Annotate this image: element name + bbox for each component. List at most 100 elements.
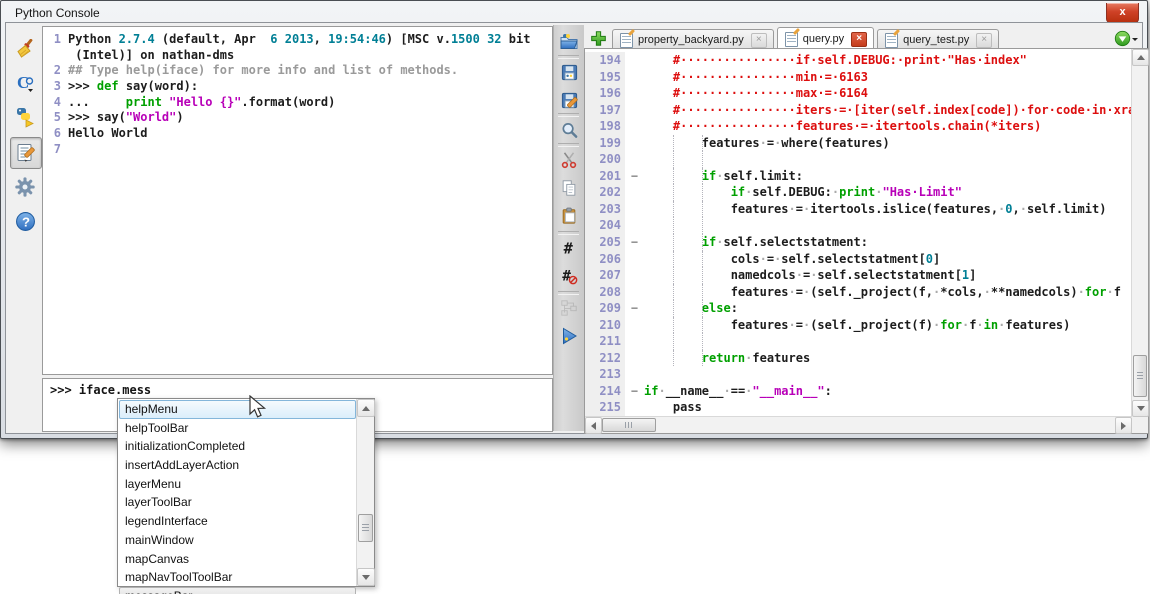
editor-line: 200 [585,151,1132,168]
scissors-icon [560,151,578,169]
autocomplete-item[interactable]: layerMenu [119,475,356,494]
autocomplete-item[interactable]: legendInterface [119,512,356,531]
run-command-button[interactable] [13,105,37,129]
fold-margin [625,251,644,268]
run-script-button[interactable] [558,325,580,347]
save-as-icon [560,91,579,110]
editor-line: 208 features·=·(self._project(f,·*cols,·… [585,284,1132,301]
script-icon [885,33,898,48]
fold-margin [625,217,644,234]
line-number: 198 [585,118,625,135]
options-button[interactable] [13,175,37,199]
editor-vscrollbar[interactable] [1131,49,1148,417]
vscroll-thumb[interactable] [358,514,373,542]
autocomplete-item[interactable]: helpToolBar [119,419,356,438]
scroll-left-button[interactable] [585,417,602,434]
editor-line: 204 [585,217,1132,234]
autocomplete-item[interactable]: messageBar [119,587,356,594]
uncomment-button[interactable]: # [558,265,580,287]
autocomplete-scrollbar[interactable] [356,399,374,586]
fold-margin [625,151,644,168]
editor-line: 201− if·self.limit: [585,168,1132,185]
cut-button[interactable] [558,149,580,171]
vscroll-thumb[interactable] [1133,355,1147,397]
autocomplete-item[interactable]: mainWindow [119,531,356,550]
line-number: 194 [585,52,625,69]
fold-marker[interactable]: − [625,234,644,251]
copy-button[interactable] [558,177,580,199]
paste-icon [560,207,578,225]
autocomplete-item[interactable]: mapCanvas [119,550,356,569]
fold-margin [625,85,644,102]
console-line: 3>>> def say(word): [49,79,550,95]
scroll-up-button[interactable] [357,399,375,417]
tab-query.py[interactable]: query.py × [777,27,874,50]
line-number: 200 [585,151,625,168]
autocomplete-item[interactable]: initializationCompleted [119,437,356,456]
fold-margin [625,399,644,416]
new-tab-button[interactable] [590,30,607,47]
code-editor[interactable]: 194 #················if·self.DEBUG:·prin… [584,48,1149,434]
gear-icon [14,176,36,198]
console-input-text: >>> iface.mess [43,379,552,397]
paste-button[interactable] [558,205,580,227]
line-number: 204 [585,217,625,234]
line-number: 195 [585,69,625,86]
editor-line: 205− if·self.selectstatment: [585,234,1132,251]
show-editor-button[interactable] [10,137,42,169]
close-tab-icon[interactable]: × [976,33,992,48]
fold-margin [625,118,644,135]
autocomplete-list: helpMenuhelpToolBarinitializationComplet… [119,400,356,585]
window-close-button[interactable]: x [1106,3,1139,23]
line-number: 215 [585,399,625,416]
find-text-button[interactable] [558,119,580,141]
fold-margin [625,284,644,301]
tab-query_test.py[interactable]: query_test.py× [877,29,999,50]
hscroll-thumb[interactable] [602,418,656,432]
script-icon [620,33,633,48]
save-button[interactable] [558,61,580,83]
help-button[interactable]: ? [13,209,37,233]
scroll-down-button[interactable] [357,568,375,586]
fold-marker[interactable]: − [625,168,644,185]
window-title: Python Console [15,6,100,20]
console-lines: 1Python 2.7.4 (default, Apr 6 2013, 19:5… [43,27,552,158]
console-line: 7 [49,142,550,158]
autocomplete-dropdown: helpMenuhelpToolBarinitializationComplet… [117,398,375,587]
line-number: 208 [585,284,625,301]
save-as-button[interactable] [558,89,580,111]
autocomplete-item[interactable]: helpMenu [119,400,356,419]
import-class-button[interactable]: C [13,71,37,95]
console-output[interactable]: 1Python 2.7.4 (default, Apr 6 2013, 19:5… [42,26,553,375]
autocomplete-item[interactable]: layerToolBar [119,493,356,512]
scroll-down-button[interactable] [1132,400,1149,417]
editor-icon [15,142,37,164]
close-tab-icon[interactable]: × [851,32,867,47]
comment-button[interactable]: # [558,237,580,259]
console-toolbar: C [8,25,40,431]
fold-margin [625,267,644,284]
tab-list-button[interactable] [1114,30,1138,47]
autocomplete-item[interactable]: insertAddLayerAction [119,456,356,475]
fold-marker[interactable]: − [625,300,644,317]
editor-line: 213 [585,366,1132,383]
fold-marker[interactable]: − [625,383,644,400]
tab-property_backyard.py[interactable]: property_backyard.py× [612,29,774,50]
clear-console-button[interactable] [13,37,37,61]
tabs: property_backyard.py×query.py×query_test… [612,27,1002,50]
scroll-right-button[interactable] [1115,417,1132,434]
plus-icon [590,30,607,47]
editor-line: 199 features·=·where(features) [585,135,1132,152]
line-number: 212 [585,350,625,367]
scroll-up-button[interactable] [1132,49,1149,66]
editor-hscrollbar[interactable] [585,416,1132,433]
editor-line: 202 if·self.DEBUG:·print·"Has·Limit" [585,184,1132,201]
editor-line: 209− else: [585,300,1132,317]
tab-label: query.py [803,33,844,45]
object-inspector-button[interactable] [558,297,580,319]
open-script-button[interactable] [558,31,580,53]
close-tab-icon[interactable]: × [751,33,767,48]
titlebar[interactable]: Python Console x [4,3,1144,22]
autocomplete-item[interactable]: mapNavToolToolBar [119,568,356,587]
line-number: 207 [585,267,625,284]
